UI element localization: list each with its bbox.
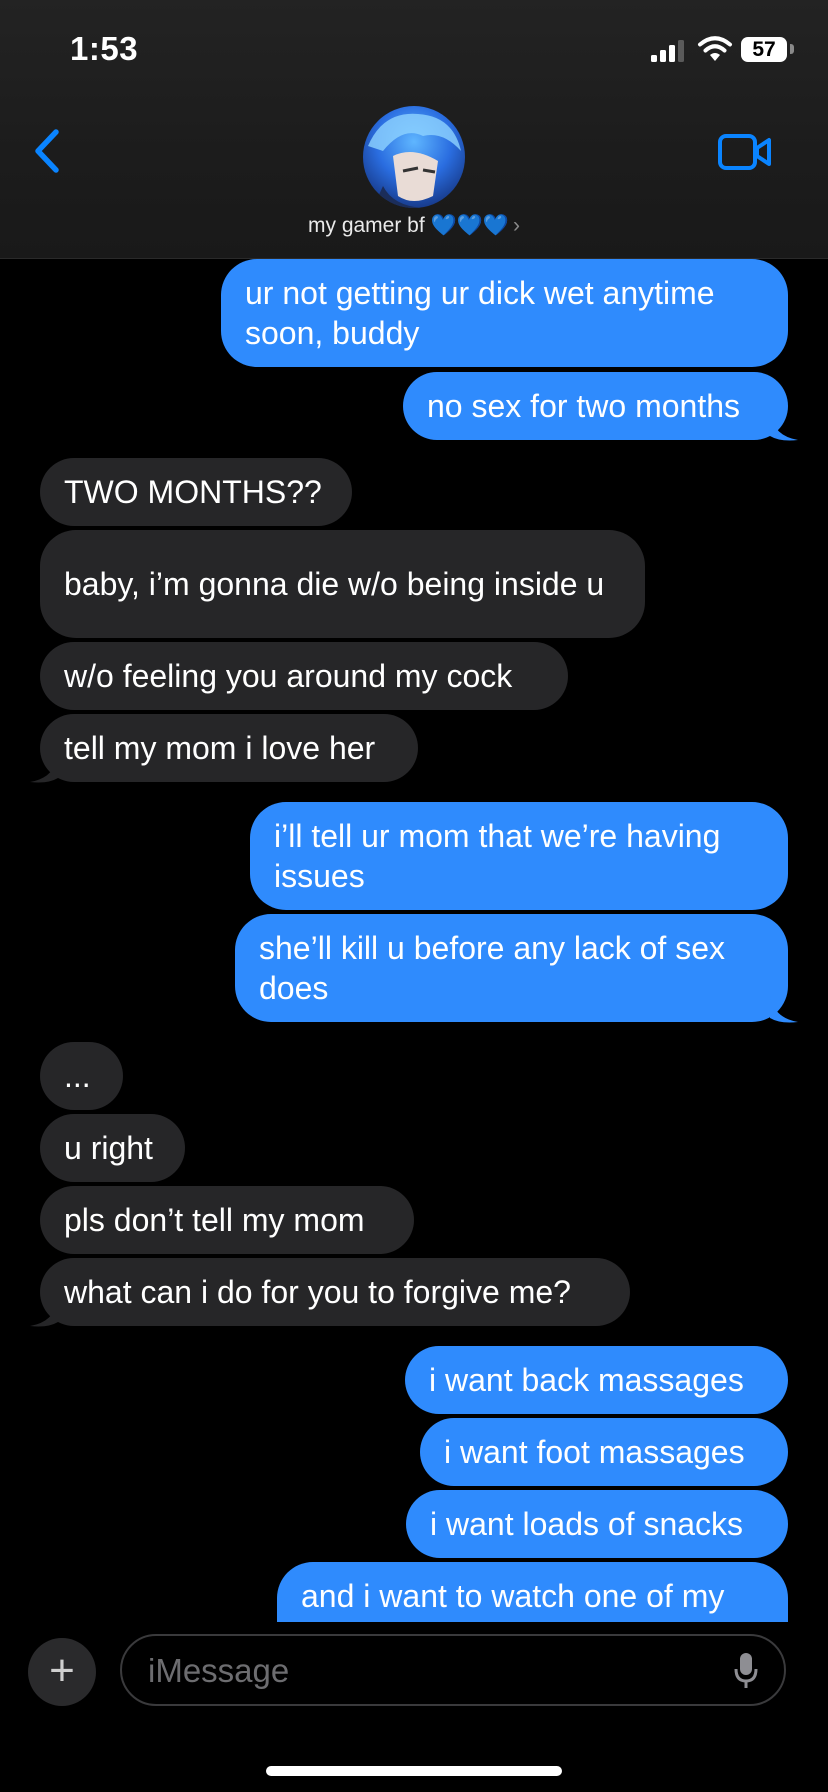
contact-avatar[interactable] — [363, 106, 465, 208]
bubble-tail — [30, 1300, 58, 1327]
home-indicator — [266, 1766, 562, 1776]
apps-plus-button[interactable]: + — [28, 1638, 96, 1706]
chevron-right-icon: › — [512, 214, 520, 237]
message-bubble-received[interactable]: what can i do for you to forgive me? — [40, 1258, 630, 1326]
message-bubble-received[interactable]: u right — [40, 1114, 185, 1182]
avatar-image — [368, 113, 461, 208]
contact-name: my gamer bf 💙💙💙 — [308, 214, 509, 237]
bubble-tail — [30, 756, 58, 783]
message-bubble-received[interactable]: pls don’t tell my mom — [40, 1186, 414, 1254]
battery-nub — [790, 44, 794, 54]
battery-indicator: 57 — [741, 37, 787, 62]
message-thread[interactable]: ur not getting ur dick wet anytime soon,… — [0, 258, 828, 1622]
message-bubble-sent[interactable]: she’ll kill u before any lack of sex doe… — [235, 914, 788, 1022]
wifi-icon — [698, 36, 732, 61]
chevron-left-icon[interactable] — [30, 128, 62, 174]
cellular-signal-icon — [651, 40, 684, 62]
message-bubble-sent[interactable]: ur not getting ur dick wet anytime soon,… — [221, 259, 788, 367]
status-time: 1:53 — [70, 30, 139, 67]
message-bubble-received[interactable]: baby, i’m gonna die w/o being inside u — [40, 530, 645, 638]
message-bubble-received[interactable]: ... — [40, 1042, 123, 1110]
bubble-tail — [770, 414, 798, 441]
message-bubble-sent[interactable]: i want foot massages — [420, 1418, 788, 1486]
microphone-icon[interactable] — [733, 1651, 759, 1691]
contact-name-row[interactable]: my gamer bf 💙💙💙 › — [0, 214, 828, 238]
bubble-tail — [770, 996, 798, 1023]
message-bubble-sent[interactable]: no sex for two months — [403, 372, 788, 440]
message-bubble-received[interactable]: TWO MONTHS?? — [40, 458, 352, 526]
message-bubble-received[interactable]: tell my mom i love her — [40, 714, 418, 782]
message-bubble-sent[interactable]: i’ll tell ur mom that we’re having issue… — [250, 802, 788, 910]
video-camera-icon[interactable] — [717, 133, 773, 171]
imessage-input[interactable]: iMessage — [120, 1634, 786, 1706]
message-bubble-received[interactable]: w/o feeling you around my cock — [40, 642, 568, 710]
message-bubble-sent[interactable]: and i want to watch one of my — [277, 1562, 788, 1622]
message-bubble-sent[interactable]: i want loads of snacks — [406, 1490, 788, 1558]
message-bubble-sent[interactable]: i want back massages — [405, 1346, 788, 1414]
input-placeholder: iMessage — [148, 1652, 290, 1689]
